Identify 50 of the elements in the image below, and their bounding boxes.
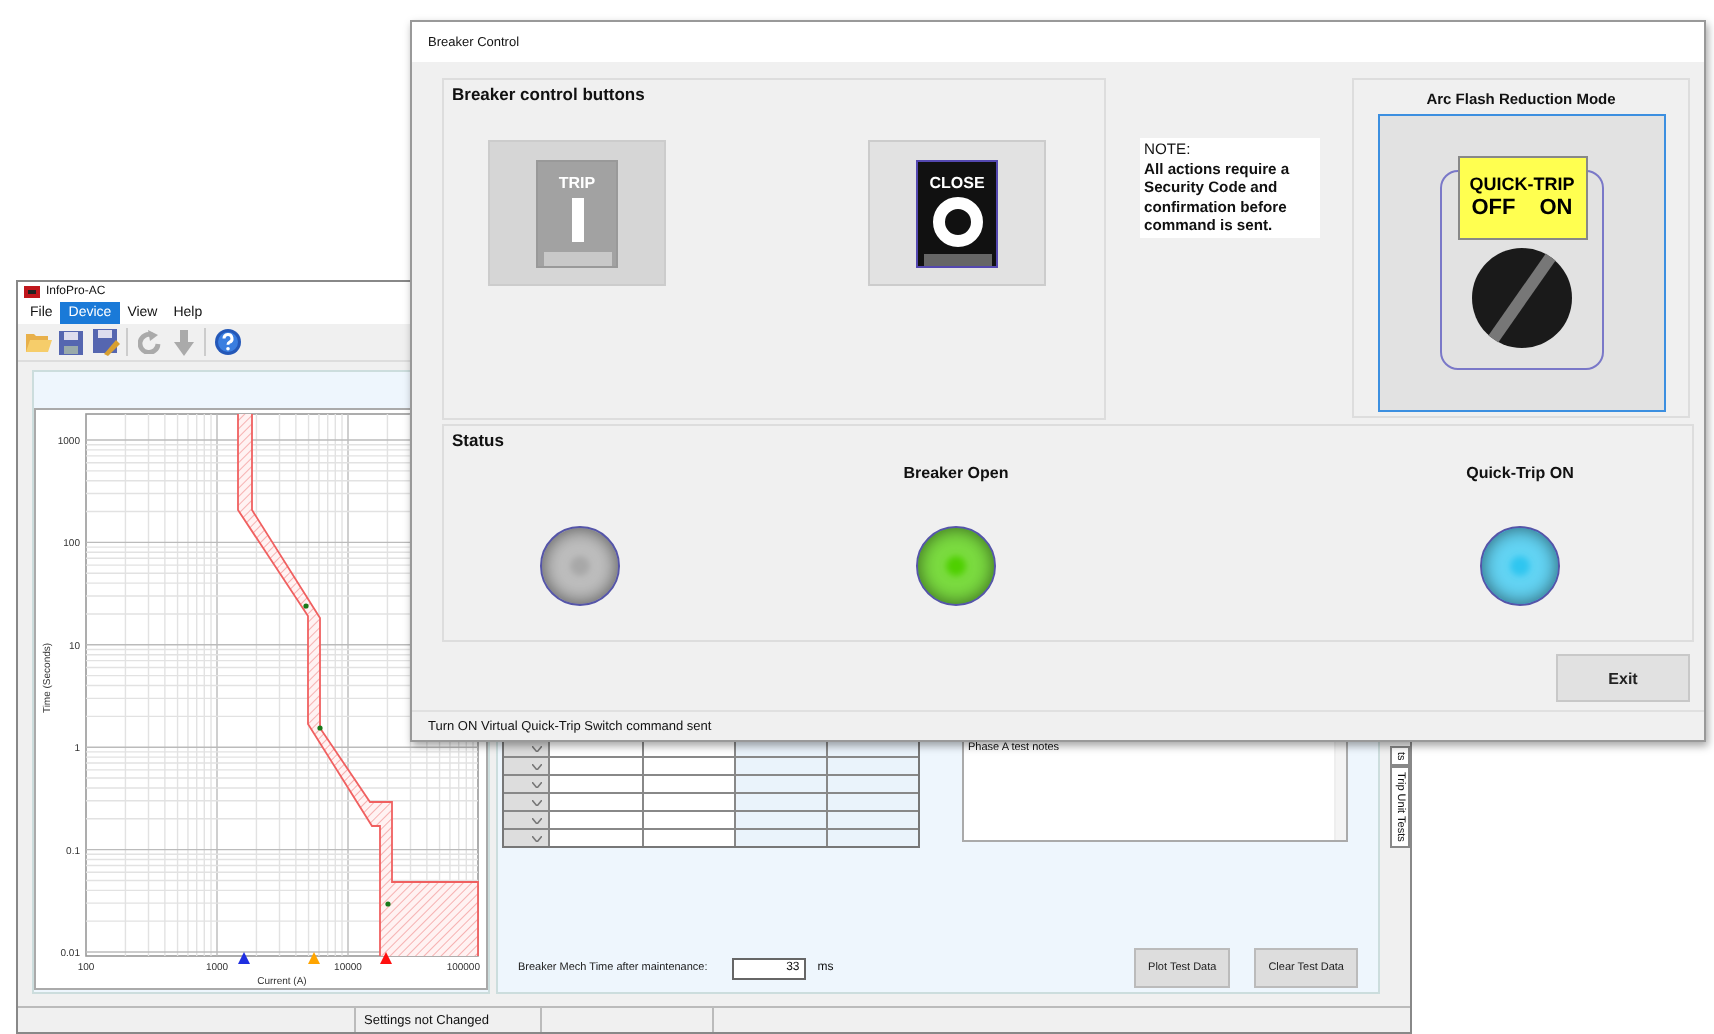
app-icon <box>24 286 40 298</box>
curve-point <box>317 725 323 731</box>
help-icon <box>212 327 242 357</box>
caret-icon <box>532 763 542 769</box>
table-cell[interactable] <box>644 794 734 810</box>
table-cell[interactable] <box>736 812 826 828</box>
dropdown-cell[interactable] <box>504 830 548 846</box>
dropdown-cell[interactable] <box>504 812 548 828</box>
dropdown-cell[interactable] <box>504 758 548 774</box>
table-cell[interactable] <box>644 776 734 792</box>
table-cell[interactable] <box>736 758 826 774</box>
group-title: Breaker control buttons <box>452 84 647 104</box>
table-cell[interactable] <box>828 758 918 774</box>
save-icon <box>56 327 86 357</box>
table-cell[interactable] <box>550 776 642 792</box>
table-cell[interactable] <box>828 812 918 828</box>
table-cell[interactable] <box>828 794 918 810</box>
table-cell[interactable] <box>644 830 734 846</box>
table-cell[interactable] <box>828 830 918 846</box>
curve-point <box>385 901 391 907</box>
table-cell[interactable] <box>736 794 826 810</box>
redo-icon <box>134 327 164 357</box>
caret-icon <box>532 745 542 751</box>
table-cell[interactable] <box>828 776 918 792</box>
exit-button[interactable]: Exit <box>1556 654 1690 702</box>
quick-trip-switch[interactable]: QUICK-TRIP OFF ON <box>1377 114 1665 412</box>
table-cell[interactable] <box>550 794 642 810</box>
table-cell[interactable] <box>550 812 642 828</box>
table-cell[interactable] <box>644 812 734 828</box>
caret-icon <box>532 835 542 841</box>
table-cell[interactable] <box>644 758 734 774</box>
down-arrow-icon <box>168 327 198 357</box>
close-button[interactable]: CLOSE <box>868 140 1046 286</box>
indicator-label: Breaker Open <box>903 462 1009 486</box>
table-cell[interactable] <box>550 758 642 774</box>
caret-icon <box>532 817 542 823</box>
rotary-knob-icon <box>1469 246 1573 350</box>
table-cell[interactable] <box>550 830 642 846</box>
indicator-label: Quick-Trip ON <box>1466 462 1574 486</box>
save-as-icon <box>90 327 120 357</box>
table-cell[interactable] <box>736 776 826 792</box>
bar-icon <box>569 195 585 246</box>
group-title: Status <box>452 430 506 450</box>
table-cell[interactable] <box>736 830 826 846</box>
ring-icon <box>931 195 983 247</box>
dropdown-cell[interactable] <box>504 776 548 792</box>
curve-point <box>303 603 309 609</box>
caret-icon <box>532 799 542 805</box>
dropdown-cell[interactable] <box>504 794 548 810</box>
caret-icon <box>532 781 542 787</box>
